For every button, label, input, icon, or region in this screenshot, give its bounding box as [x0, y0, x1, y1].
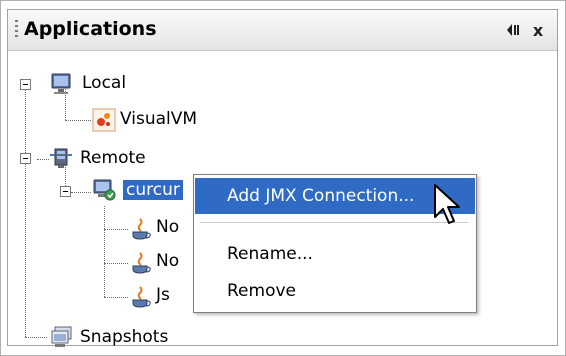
collapse-toggle-remote[interactable]: [20, 153, 31, 164]
close-button[interactable]: x: [528, 20, 548, 40]
menu-separator: [200, 222, 468, 223]
java-app-icon: [129, 217, 153, 241]
collapse-toggle-host[interactable]: [60, 186, 71, 197]
tree-line: [104, 206, 105, 297]
visualvm-icon: [92, 108, 116, 132]
tree-line: [71, 192, 91, 193]
java-app-icon: [129, 251, 153, 275]
tree-item-java-app[interactable]: Js: [156, 285, 170, 305]
tree-line: [37, 159, 49, 160]
tree-item-java-app[interactable]: No: [156, 251, 179, 271]
java-app-icon: [129, 285, 153, 309]
remote-hosts-icon: [49, 146, 73, 170]
tree-line: [104, 263, 128, 264]
menu-item-remove[interactable]: Remove: [195, 273, 475, 309]
tree-line: [25, 79, 26, 337]
tree-item-java-app[interactable]: No: [156, 217, 179, 237]
tree-line: [65, 120, 91, 121]
tree-item-host[interactable]: curcur: [123, 180, 183, 200]
tree-line: [104, 297, 128, 298]
panel-titlebar: Applications x: [8, 10, 557, 51]
tree-item-visualvm[interactable]: VisualVM: [120, 109, 197, 129]
snapshots-icon: [49, 325, 73, 349]
computer-icon: [50, 72, 74, 96]
remote-host-icon: [92, 178, 116, 202]
tree-item-remote[interactable]: Remote: [80, 148, 146, 168]
panel-title: Applications: [24, 18, 157, 40]
tree-item-local[interactable]: Local: [82, 73, 126, 93]
mouse-cursor-icon: [433, 183, 463, 227]
tree-item-snapshots[interactable]: Snapshots: [80, 327, 168, 347]
collapse-toggle-local[interactable]: [20, 79, 31, 90]
tree-line: [104, 229, 128, 230]
tree-line: [25, 337, 47, 338]
minimize-icon[interactable]: [503, 20, 523, 40]
drag-grip-icon[interactable]: [15, 20, 18, 40]
menu-item-rename[interactable]: Rename...: [195, 236, 475, 272]
